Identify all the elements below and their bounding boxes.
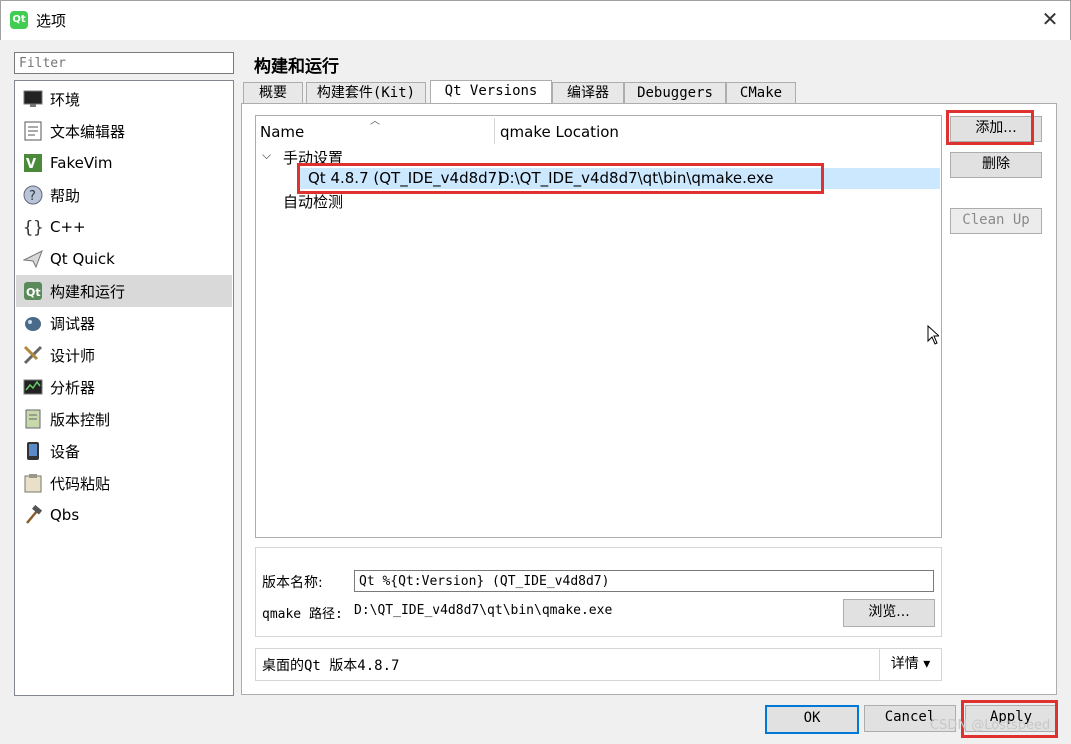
- qmake-path-label: qmake 路径:: [262, 607, 343, 622]
- sidebar-item-qt-quick[interactable]: Qt Quick: [16, 243, 232, 275]
- version-name-label: 版本名称:: [262, 575, 323, 591]
- sidebar-item-designer[interactable]: 设计师: [16, 339, 232, 371]
- ok-button[interactable]: OK: [765, 705, 859, 734]
- remove-button[interactable]: 删除: [950, 152, 1042, 178]
- sidebar-item-debugger[interactable]: 调试器: [16, 307, 232, 339]
- sidebar-item-label: C++: [50, 218, 86, 236]
- sidebar-item-text-editor[interactable]: 文本编辑器: [16, 115, 232, 147]
- sidebar-item-qbs[interactable]: Qbs: [16, 499, 232, 531]
- sidebar-nav: 环境 文本编辑器 V FakeVim ? 帮助 {} C++ Qt Quick …: [14, 80, 234, 696]
- braces-icon: {}: [22, 216, 44, 238]
- fakevim-icon: V: [22, 152, 44, 174]
- version-details-group: [255, 547, 942, 637]
- tab-debuggers[interactable]: Debuggers: [624, 82, 726, 104]
- version-name-input[interactable]: [354, 570, 934, 592]
- qt-build-icon: Qt: [22, 280, 44, 302]
- sidebar-item-analyzer[interactable]: 分析器: [16, 371, 232, 403]
- designer-tools-icon: [22, 344, 44, 366]
- analyzer-icon: [22, 376, 44, 398]
- sidebar-item-version-control[interactable]: 版本控制: [16, 403, 232, 435]
- svg-text:{}: {}: [23, 218, 43, 237]
- paper-plane-icon: [22, 248, 44, 270]
- monitor-icon: [22, 88, 44, 110]
- sidebar-item-label: FakeVim: [50, 154, 113, 172]
- tab-compilers[interactable]: 编译器: [552, 82, 624, 104]
- sidebar-item-label: 分析器: [50, 378, 96, 397]
- svg-text:V: V: [26, 157, 36, 172]
- sidebar-item-label: Qbs: [50, 506, 80, 524]
- sidebar-item-label: 帮助: [50, 186, 81, 205]
- tab-cmake[interactable]: CMake: [726, 82, 796, 104]
- clipboard-icon: [22, 472, 44, 494]
- mouse-cursor-icon: [927, 325, 939, 345]
- tab-kits[interactable]: 构建套件(Kit): [306, 82, 426, 104]
- bug-icon: [22, 312, 44, 334]
- clean-up-button[interactable]: Clean Up: [950, 208, 1042, 234]
- annotation-highlight-add: [946, 110, 1034, 145]
- qmake-path-value: D:\QT_IDE_v4d8d7\qt\bin\qmake.exe: [354, 603, 613, 618]
- sidebar-item-build-run[interactable]: Qt 构建和运行: [16, 275, 232, 307]
- sidebar-item-label: 文本编辑器: [50, 122, 126, 141]
- sidebar-item-help[interactable]: ? 帮助: [16, 179, 232, 211]
- sidebar-item-environment[interactable]: 环境: [16, 83, 232, 115]
- title-bar: [0, 0, 1071, 40]
- details-dropdown-button[interactable]: 详情 ▾: [879, 649, 941, 680]
- sidebar-item-fakevim[interactable]: V FakeVim: [16, 147, 232, 179]
- column-separator: [494, 118, 495, 144]
- sidebar-item-code-paste[interactable]: 代码粘贴: [16, 467, 232, 499]
- tree-group-auto-detected[interactable]: 自动检测: [283, 191, 343, 212]
- column-header-name[interactable]: Name: [260, 123, 304, 141]
- sidebar-item-label: Qt Quick: [50, 250, 115, 268]
- chevron-down-icon[interactable]: ⌵: [262, 148, 271, 163]
- device-icon: [22, 440, 44, 462]
- qt-logo-icon: Qt: [10, 11, 28, 29]
- annotation-highlight-row: [297, 163, 824, 194]
- sidebar-item-devices[interactable]: 设备: [16, 435, 232, 467]
- sort-indicator-icon: ︿: [370, 116, 380, 127]
- hammer-icon: [22, 504, 44, 526]
- tab-overview[interactable]: 概要: [243, 82, 303, 104]
- page-title: 构建和运行: [254, 57, 339, 77]
- watermark: CSDN @Lostspeed: [930, 718, 1051, 733]
- window-title: 选项: [36, 12, 67, 30]
- version-control-icon: [22, 408, 44, 430]
- help-icon: ?: [22, 184, 44, 206]
- sidebar-item-label: 代码粘贴: [50, 474, 111, 493]
- sidebar-item-label: 调试器: [50, 314, 96, 333]
- tab-qt-versions[interactable]: Qt Versions: [430, 80, 552, 105]
- info-text: 桌面的Qt 版本4.8.7: [262, 658, 400, 674]
- close-icon[interactable]: ✕: [1036, 6, 1064, 34]
- column-header-qmake-location[interactable]: qmake Location: [500, 123, 619, 141]
- sidebar-item-label: 版本控制: [50, 410, 111, 429]
- sidebar-item-cpp[interactable]: {} C++: [16, 211, 232, 243]
- text-editor-icon: [22, 120, 44, 142]
- filter-input[interactable]: [14, 52, 234, 74]
- svg-text:?: ?: [29, 189, 36, 204]
- browse-button[interactable]: 浏览...: [843, 599, 935, 627]
- sidebar-item-label: 构建和运行: [50, 282, 126, 301]
- sidebar-item-label: 设计师: [50, 346, 96, 365]
- svg-text:Qt: Qt: [26, 286, 41, 299]
- sidebar-item-label: 设备: [50, 442, 81, 461]
- sidebar-item-label: 环境: [50, 90, 81, 109]
